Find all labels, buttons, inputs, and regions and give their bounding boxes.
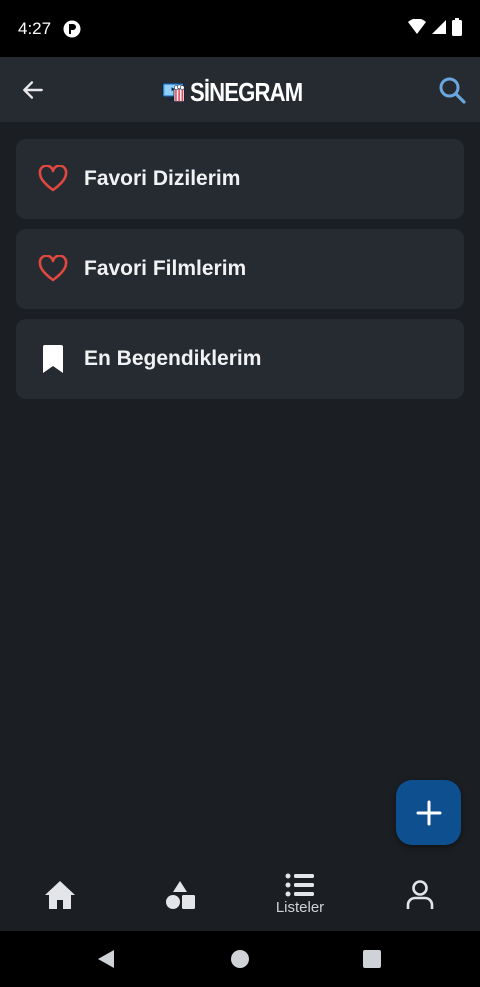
notification-icon [63, 20, 81, 37]
wifi-icon [408, 19, 426, 34]
status-time: 4:27 [18, 18, 52, 38]
home-icon [45, 880, 75, 909]
search-icon[interactable] [438, 76, 466, 104]
signal-icon [432, 20, 446, 34]
shapes-icon [166, 880, 195, 909]
app-logo: SİNEGRAM [162, 66, 322, 118]
nav-lists[interactable]: Listeler [240, 858, 360, 931]
home-circle-icon[interactable] [230, 949, 250, 969]
nav-categories[interactable] [120, 858, 240, 931]
list-item-label: Favori Dizilerim [84, 167, 241, 190]
list-icon [285, 873, 314, 897]
heart-outline-icon [38, 164, 68, 194]
profile-icon [406, 879, 434, 909]
app-bar: SİNEGRAM [0, 57, 480, 122]
popcorn-monitor-icon [162, 82, 185, 102]
back-triangle-icon[interactable] [96, 949, 116, 969]
list-item-label: Favori Filmlerim [84, 257, 247, 280]
plus-icon [416, 800, 441, 825]
recents-square-icon[interactable] [363, 950, 381, 968]
battery-icon [452, 18, 462, 36]
list-item-favori-filmlerim[interactable]: Favori Filmlerim [16, 229, 464, 309]
system-nav-bar [0, 931, 480, 987]
app-title: SİNEGRAM [189, 76, 303, 107]
list-item-favori-dizilerim[interactable]: Favori Dizilerim [16, 139, 464, 219]
list-item-en-begendiklerim[interactable]: En Begendiklerim [16, 319, 464, 399]
bottom-nav: Listeler [0, 858, 480, 931]
nav-profile[interactable] [360, 858, 480, 931]
list-item-label: En Begendiklerim [84, 347, 262, 370]
bookmark-icon [38, 344, 68, 374]
back-arrow-icon[interactable] [20, 77, 46, 103]
nav-home[interactable] [0, 858, 120, 931]
add-list-button[interactable] [396, 780, 461, 845]
heart-outline-icon [38, 254, 68, 284]
status-icons [408, 18, 462, 36]
status-bar: 4:27 [0, 0, 480, 57]
lists-container: Favori Dizilerim Favori Filmlerim En Beg… [16, 139, 464, 409]
nav-lists-label: Listeler [275, 899, 325, 916]
